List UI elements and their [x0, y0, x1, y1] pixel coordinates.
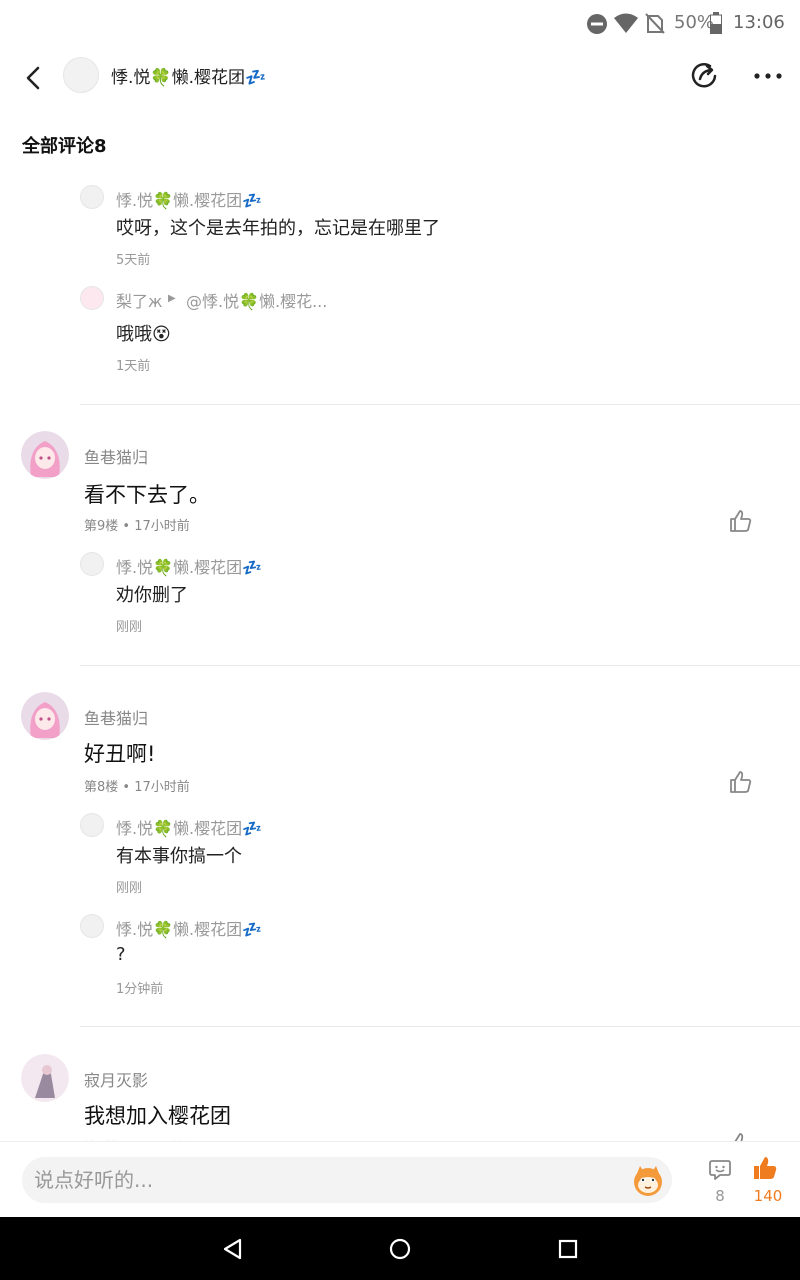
share-icon[interactable] — [688, 60, 720, 92]
comment-input[interactable] — [34, 1157, 624, 1203]
reply-author[interactable]: 悸.悦🍀懒.樱花团💤 — [116, 554, 262, 578]
status-bar: 50% 13:06 — [0, 0, 800, 48]
top-app-bar: 悸.悦🍀懒.樱花团💤 — [0, 48, 800, 108]
avatar[interactable] — [21, 1054, 69, 1102]
avatar[interactable] — [21, 431, 69, 479]
reply-to[interactable]: @悸.悦🍀懒.樱花... — [186, 288, 327, 312]
comment-author[interactable]: 鱼巷猫归 — [84, 705, 148, 729]
reply-author[interactable]: 悸.悦🍀懒.樱花团💤 — [116, 815, 262, 839]
reply-text: 哎呀，这个是去年拍的，忘记是在哪里了 — [116, 218, 440, 239]
reply-avatar[interactable] — [80, 813, 104, 837]
more-icon[interactable] — [752, 60, 784, 92]
reply-time: 1天前 — [116, 359, 151, 374]
reply-avatar[interactable] — [80, 286, 104, 310]
comment-input-pill[interactable] — [22, 1157, 672, 1203]
anime-avatar-icon — [21, 431, 69, 479]
reply-author[interactable]: 悸.悦🍀懒.樱花团💤 — [116, 187, 262, 211]
section-title: 全部评论8 — [22, 136, 107, 157]
like-count: 140 — [753, 1187, 783, 1205]
photo-avatar-icon — [21, 1054, 69, 1102]
emoji-face-icon[interactable] — [630, 1162, 666, 1198]
divider — [80, 1026, 800, 1027]
comment-author[interactable]: 鱼巷猫归 — [84, 444, 148, 468]
reply-text: ? — [116, 944, 126, 965]
back-icon[interactable] — [18, 62, 50, 94]
avatar[interactable] — [63, 57, 99, 93]
avatar[interactable] — [21, 692, 69, 740]
reply-time: 刚刚 — [116, 881, 143, 896]
comment-meta: 第8楼 • 17小时前 — [84, 780, 190, 795]
comment-input-bar: 8 140 — [0, 1141, 800, 1217]
battery-percent: 50% — [674, 12, 715, 33]
reply-time: 5天前 — [116, 253, 151, 268]
reply-avatar[interactable] — [80, 914, 104, 938]
reply-time: 1分钟前 — [116, 982, 164, 997]
comment-text: 看不下去了。 — [84, 483, 210, 507]
page-title[interactable]: 悸.悦🍀懒.樱花团💤 — [111, 63, 266, 88]
divider — [80, 404, 800, 405]
reply-text: 哦哦😵 — [116, 324, 171, 345]
nav-back-icon[interactable] — [221, 1237, 245, 1261]
reply-text: 劝你删了 — [116, 585, 188, 606]
battery-icon — [710, 12, 722, 34]
reply-avatar[interactable] — [80, 552, 104, 576]
comment-author[interactable]: 寂月灭影 — [84, 1067, 148, 1091]
comment-icon[interactable] — [708, 1158, 732, 1182]
reply-arrow-icon: ▶ — [168, 293, 176, 304]
do-not-disturb-icon — [587, 14, 607, 34]
reply-author[interactable]: 悸.悦🍀懒.樱花团💤 — [116, 916, 262, 940]
comment-text: 好丑啊! — [84, 742, 156, 766]
thumb-up-icon[interactable] — [728, 769, 754, 795]
reply-time: 刚刚 — [116, 620, 143, 635]
wifi-icon — [614, 13, 638, 33]
no-signal-icon — [645, 13, 665, 34]
reply-author[interactable]: 梨了ж — [116, 288, 162, 312]
reply-avatar[interactable] — [80, 185, 104, 209]
thumb-up-icon[interactable] — [728, 508, 754, 534]
comment-meta: 第9楼 • 17小时前 — [84, 519, 190, 534]
thumb-up-filled-icon[interactable] — [752, 1155, 778, 1181]
comment-text: 我想加入樱花团 — [84, 1104, 231, 1128]
anime-avatar-icon — [21, 692, 69, 740]
nav-recents-icon[interactable] — [556, 1237, 580, 1261]
divider — [80, 665, 800, 666]
clock: 13:06 — [733, 12, 785, 33]
comment-count: 8 — [715, 1187, 725, 1205]
nav-home-icon[interactable] — [388, 1237, 412, 1261]
system-nav-bar — [0, 1217, 800, 1280]
reply-text: 有本事你搞一个 — [116, 846, 242, 867]
